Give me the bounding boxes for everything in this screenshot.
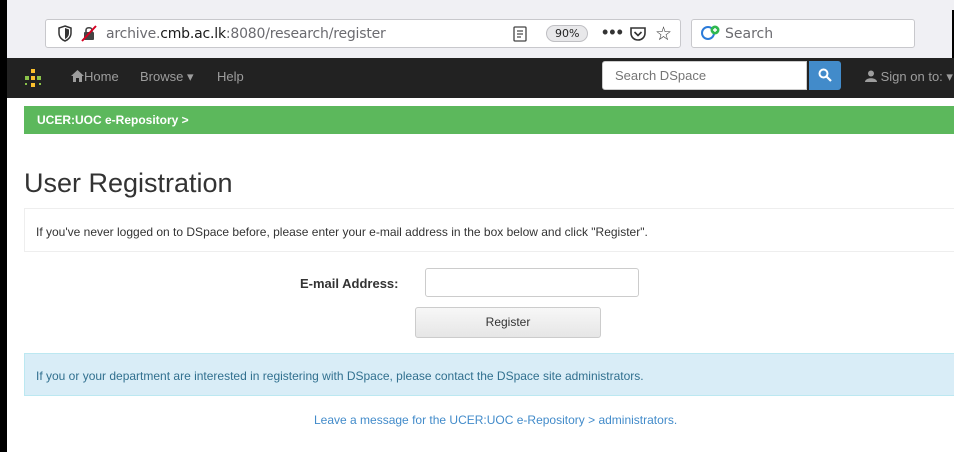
bookmark-star-icon[interactable]: ☆ <box>655 23 672 46</box>
dspace-search-button[interactable] <box>809 61 841 90</box>
browser-search-placeholder: Search <box>725 26 774 42</box>
browser-search-bar[interactable]: Search <box>691 19 915 48</box>
browser-chrome <box>0 0 954 10</box>
email-label: E-mail Address: <box>300 276 399 291</box>
intro-text: If you've never logged on to DSpace befo… <box>36 225 648 239</box>
info-text: If you or your department are interested… <box>36 369 644 383</box>
intro-panel: If you've never logged on to DSpace befo… <box>24 208 954 252</box>
browser-toolbar: archive.cmb.ac.lk:8080/research/register… <box>7 10 954 58</box>
url-bar[interactable]: archive.cmb.ac.lk:8080/research/register… <box>45 19 681 48</box>
dspace-search-input[interactable] <box>602 61 807 90</box>
reader-view-icon[interactable] <box>513 26 527 42</box>
sign-on-menu[interactable]: Sign on to: ▾ <box>865 69 953 85</box>
info-alert: If you or your department are interested… <box>24 353 954 396</box>
nav-home[interactable]: Home <box>71 69 119 84</box>
page-actions-icon[interactable]: ••• <box>602 22 624 43</box>
nav-help[interactable]: Help <box>217 69 244 84</box>
search-icon <box>818 68 832 82</box>
window-border <box>0 0 7 452</box>
pocket-icon[interactable] <box>629 25 647 43</box>
page-title: User Registration <box>24 168 233 198</box>
home-icon <box>71 70 84 82</box>
sign-on-label: Sign on to: ▾ <box>880 69 953 84</box>
shield-icon[interactable] <box>58 25 72 42</box>
breadcrumb: UCER:UOC e-Repository > <box>24 106 954 134</box>
nav-home-label: Home <box>84 69 119 84</box>
search-engine-icon <box>701 25 720 40</box>
breadcrumb-link[interactable]: UCER:UOC e-Repository > <box>37 113 189 127</box>
register-button[interactable]: Register <box>415 307 601 338</box>
feedback-link[interactable]: Leave a message for the UCER:UOC e-Repos… <box>314 413 677 427</box>
nav-browse[interactable]: Browse ▾ <box>140 69 194 85</box>
top-navbar: Home Browse ▾ Help Sign on to: ▾ <box>7 58 954 98</box>
user-icon <box>865 70 877 82</box>
dspace-logo-icon[interactable] <box>22 67 44 89</box>
url-text[interactable]: archive.cmb.ac.lk:8080/research/register <box>106 26 386 42</box>
zoom-badge[interactable]: 90% <box>546 25 589 42</box>
email-field[interactable] <box>425 268 639 297</box>
insecure-lock-icon[interactable] <box>81 25 97 42</box>
